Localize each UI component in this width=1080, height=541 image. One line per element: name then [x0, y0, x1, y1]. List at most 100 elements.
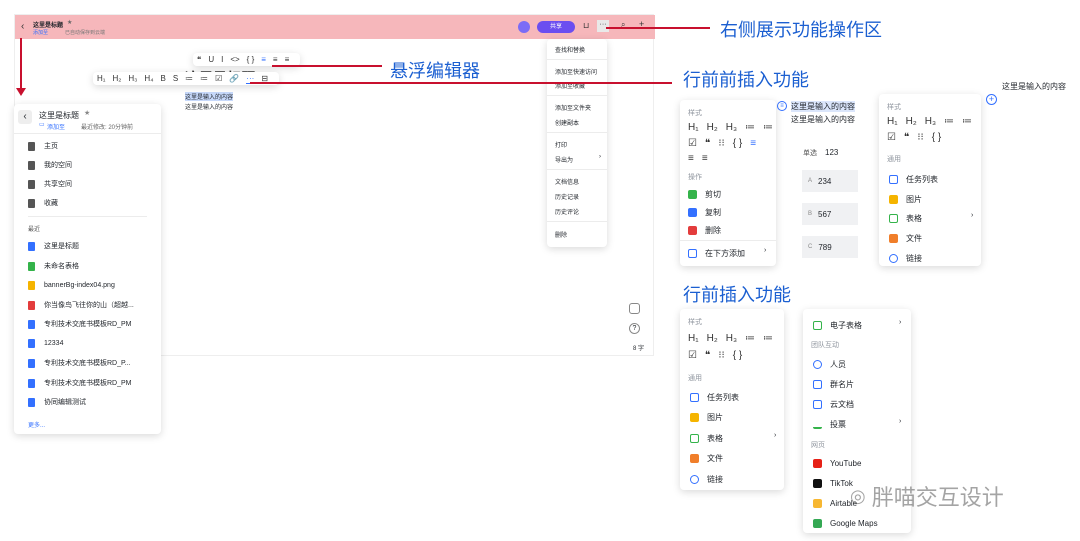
ordered-list-button[interactable]: ≔ [944, 116, 954, 127]
menu-export[interactable]: 导出为 [555, 155, 573, 164]
h2-button[interactable]: H₂ [112, 74, 121, 83]
bold-button[interactable]: B [160, 74, 165, 83]
sidebar-item-shared[interactable]: 共享空间 [28, 179, 72, 189]
h2-button[interactable]: H₂ [707, 333, 718, 344]
insert-task-list[interactable]: 任务列表 [690, 392, 739, 403]
vote-line[interactable]: 这里是输入的内容 [791, 114, 855, 125]
recent-file[interactable]: 未命名表格 [28, 261, 79, 271]
h2-button[interactable]: H₂ [906, 116, 917, 127]
menu-doc-info[interactable]: 文档信息 [555, 177, 579, 186]
copy-button[interactable]: 复制 [688, 207, 721, 218]
sidebar-item-home[interactable]: 主页 [28, 141, 58, 151]
quote-button[interactable]: ❝ [705, 350, 710, 361]
insert-table[interactable]: 表格 [690, 433, 723, 444]
doc-line-selected[interactable]: 这里是输入的内容 [185, 92, 234, 101]
menu-copy[interactable]: 创建副本 [555, 118, 579, 127]
checkbox-button[interactable]: ☑ [215, 74, 222, 83]
star-icon[interactable]: ★ [84, 109, 90, 117]
star-icon[interactable]: ★ [67, 19, 72, 26]
add-below-button[interactable]: 在下方添加 [688, 248, 745, 259]
vote-option[interactable]: C 789 [802, 236, 858, 258]
plus-circle-icon[interactable]: + [986, 94, 997, 105]
bullet-list-button[interactable]: ≔ [185, 74, 193, 83]
vote-option[interactable]: A 234 [802, 170, 858, 192]
divider-button[interactable]: ⁝⁝ [718, 350, 724, 361]
menu-delete[interactable]: 删除 [555, 230, 567, 239]
insert-google-maps[interactable]: Google Maps [813, 519, 878, 528]
h3-button[interactable]: H₃ [726, 122, 737, 133]
divider-button[interactable]: ⁝⁝ [718, 138, 724, 149]
align-left-button[interactable]: ≡ [750, 138, 756, 149]
quote-button[interactable]: ❝ [197, 55, 201, 64]
h1-button[interactable]: H₁ [688, 333, 699, 344]
menu-history-comments[interactable]: 历史评论 [555, 207, 579, 216]
recent-file[interactable]: bannerBg-index04.png [28, 281, 115, 290]
code-block-button[interactable]: { } [733, 138, 742, 149]
h1-button[interactable]: H₁ [887, 116, 898, 127]
ordered-list-button[interactable]: ≔ [745, 333, 755, 344]
delete-button[interactable]: 删除 [688, 225, 721, 236]
underline-button[interactable]: U [208, 55, 214, 64]
h3-button[interactable]: H₃ [726, 333, 737, 344]
insert-image[interactable]: 图片 [889, 194, 922, 205]
menu-add-folder[interactable]: 添加至文件夹 [555, 103, 591, 112]
back-icon[interactable]: ‹ [18, 110, 32, 124]
sidebar-add-to[interactable]: 添加至 [47, 122, 65, 131]
ordered-list-button[interactable]: ≔ [200, 74, 208, 83]
checkbox-button[interactable]: ☑ [887, 132, 896, 143]
more-button[interactable]: ··· [597, 20, 609, 32]
add-to-link[interactable]: 添加至 [33, 29, 48, 36]
checkbox-button[interactable]: ☑ [688, 350, 697, 361]
h4-button[interactable]: H₄ [144, 74, 153, 83]
comment-icon[interactable] [629, 303, 640, 314]
cut-button[interactable]: 剪切 [688, 189, 721, 200]
menu-add-quick-access[interactable]: 添加至快速访问 [555, 67, 597, 76]
recent-file[interactable]: 专利技术交底书模板RD_PM [28, 319, 132, 329]
strike-button[interactable]: S [173, 74, 178, 83]
recent-file[interactable]: 你当像鸟飞往你的山（超越... [28, 300, 134, 310]
recent-file[interactable]: 专利技术交底书模板RD_PM [28, 378, 132, 388]
menu-find-replace[interactable]: 查找和替换 [555, 45, 585, 54]
insert-file[interactable]: 文件 [889, 233, 922, 244]
code-button[interactable]: <> [230, 55, 239, 64]
h1-button[interactable]: H₁ [688, 122, 699, 133]
checkbox-button[interactable]: ☑ [688, 138, 697, 149]
share-button[interactable]: 共享 [537, 21, 575, 33]
recent-file[interactable]: 12334 [28, 339, 63, 348]
ordered-list-button[interactable]: ≔ [745, 122, 755, 133]
link-icon[interactable]: 🔗 [229, 74, 239, 83]
vote-option[interactable]: B 567 [802, 203, 858, 225]
divider-button[interactable]: ⁝⁝ [917, 132, 923, 143]
block-handle-icon[interactable]: ≡ [777, 101, 787, 111]
back-icon[interactable]: ‹ [21, 21, 24, 32]
bullet-list-button[interactable]: ≔ [763, 122, 773, 133]
insert-table[interactable]: 表格 [889, 213, 922, 224]
align-center-button[interactable]: ≡ [273, 55, 278, 64]
insert-person[interactable]: 人员 [813, 359, 846, 370]
align-center-button[interactable]: ≡ [688, 153, 694, 164]
insert-cloud-doc[interactable]: 云文档 [813, 399, 854, 410]
h3-button[interactable]: H₃ [128, 74, 137, 83]
quote-button[interactable]: ❝ [904, 132, 909, 143]
insert-tiktok[interactable]: TikTok [813, 479, 853, 488]
code-block-button[interactable]: { } [932, 132, 941, 143]
doc-line[interactable]: 这里是输入的内容 [185, 102, 233, 111]
menu-history[interactable]: 历史记录 [555, 192, 579, 201]
insert-file[interactable]: 文件 [690, 453, 723, 464]
code-block-button[interactable]: { } [733, 350, 742, 361]
h1-button[interactable]: H₁ [97, 74, 105, 83]
insert-task-list[interactable]: 任务列表 [889, 174, 938, 185]
avatar[interactable] [518, 21, 530, 33]
recent-file[interactable]: 这里是标题 [28, 241, 79, 251]
insert-spreadsheet[interactable]: 电子表格 [813, 320, 862, 331]
insert-group-card[interactable]: 群名片 [813, 379, 854, 390]
align-right-button[interactable]: ≡ [285, 55, 290, 64]
insert-link[interactable]: 链接 [889, 253, 922, 264]
h3-button[interactable]: H₃ [925, 116, 936, 127]
more-link[interactable]: 更多... [28, 420, 45, 429]
sidebar-item-my-space[interactable]: 我的空间 [28, 160, 72, 170]
align-right-button[interactable]: ≡ [702, 153, 708, 164]
align-left-button[interactable]: ≡ [261, 55, 266, 64]
insert-image[interactable]: 图片 [690, 412, 723, 423]
bullet-list-button[interactable]: ≔ [962, 116, 972, 127]
